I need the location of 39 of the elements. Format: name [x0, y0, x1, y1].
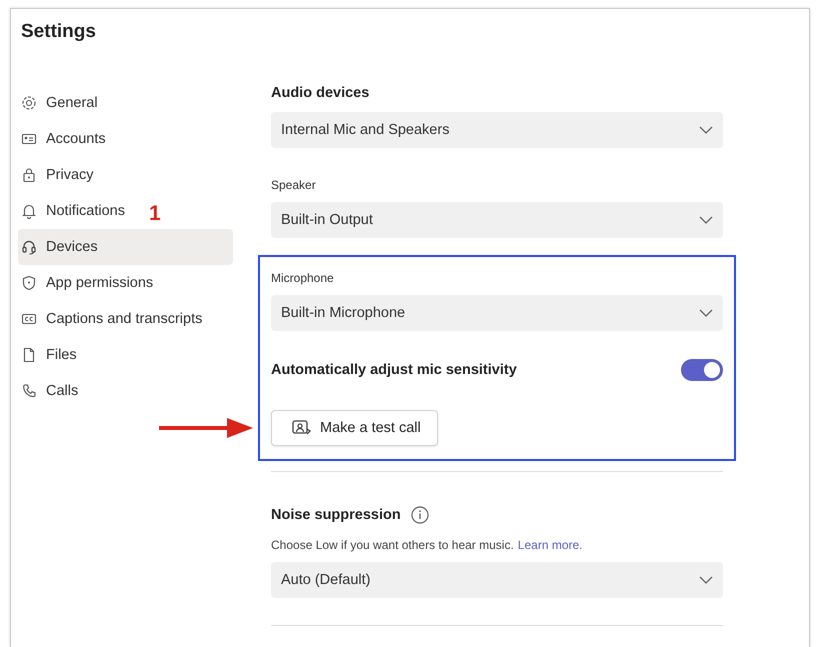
- annotation-number: 1: [149, 203, 161, 224]
- hint-text: Choose Low if you want others to hear music. Learn more.: [271, 538, 584, 552]
- menu-item-icon: [21, 275, 37, 291]
- sidebar-item[interactable]: General: [18, 85, 102, 121]
- sidebar-item[interactable]: Calls: [18, 373, 82, 409]
- field-label: Speaker: [271, 178, 317, 192]
- section-heading: Audio devices: [271, 85, 370, 101]
- dropdown[interactable]: Built-in Microphone: [271, 295, 723, 331]
- video-call-icon: [292, 419, 312, 437]
- sidebar-item[interactable]: Captions and transcripts: [18, 301, 206, 337]
- sidebar-item[interactable]: Notifications: [18, 193, 129, 229]
- sidebar-item[interactable]: Files: [18, 337, 81, 373]
- menu-item-icon: [21, 239, 37, 255]
- menu-item-icon: [21, 347, 37, 363]
- menu-item-icon: [21, 167, 37, 183]
- window-title: Settings: [21, 21, 97, 43]
- menu-item-icon: [21, 131, 37, 147]
- info-icon[interactable]: [410, 506, 429, 524]
- dropdown[interactable]: Auto (Default): [271, 562, 723, 598]
- chevron-down-icon: [699, 126, 713, 134]
- learn-more-link[interactable]: Learn more.: [518, 538, 582, 552]
- menu-item-icon: [21, 383, 37, 399]
- sidebar-item[interactable]: Privacy: [18, 157, 98, 193]
- test-call-button[interactable]: Make a test call: [271, 410, 438, 446]
- menu-item-icon: [21, 203, 37, 219]
- toggle-switch[interactable]: [681, 359, 723, 381]
- toggle-label: Automatically adjust mic sensitivity: [271, 362, 517, 378]
- chevron-down-icon: [699, 216, 713, 224]
- section-heading: Noise suppression: [271, 507, 401, 523]
- menu-item-icon: [21, 95, 37, 111]
- menu-item-icon: [21, 311, 37, 327]
- chevron-down-icon: [699, 576, 713, 584]
- sidebar-item[interactable]: App permissions: [18, 265, 158, 301]
- dropdown[interactable]: Internal Mic and Speakers: [271, 112, 723, 148]
- dropdown[interactable]: Built-in Output: [271, 202, 723, 238]
- sidebar-item[interactable]: Devices: [18, 229, 233, 265]
- chevron-down-icon: [699, 309, 713, 317]
- sidebar-item[interactable]: Accounts: [18, 121, 110, 157]
- field-label: Microphone: [271, 271, 335, 285]
